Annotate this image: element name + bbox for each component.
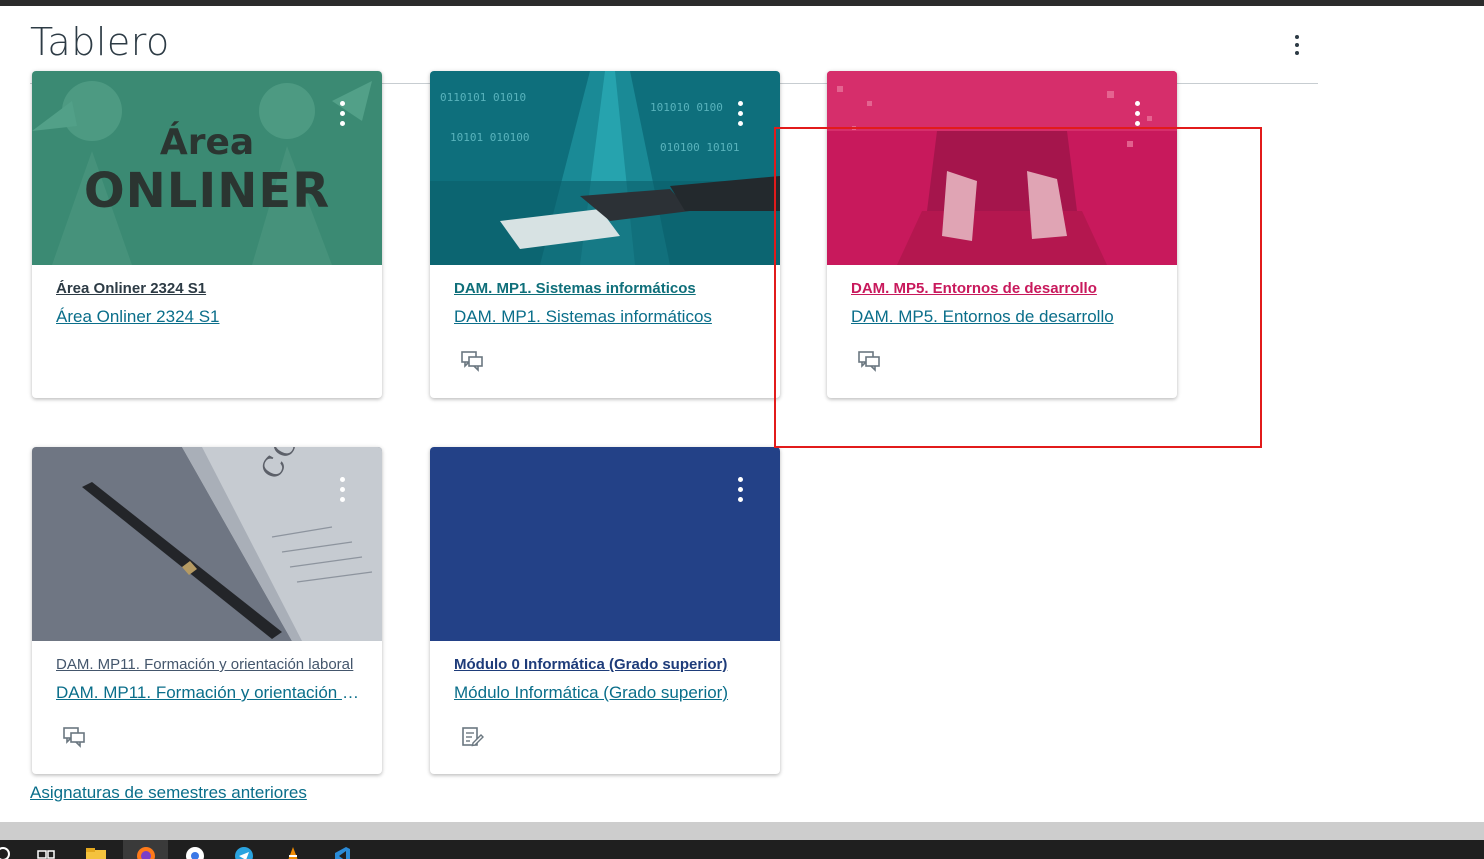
course-card-dam-mp1[interactable]: 0110101 01010 101010 0100 10101 010100 0… — [430, 71, 780, 398]
course-code-link[interactable]: DAM. MP1. Sistemas informáticos — [454, 280, 759, 297]
assignment-icon[interactable] — [460, 725, 484, 749]
vlc-icon[interactable] — [282, 843, 304, 859]
course-name-link[interactable]: DAM. MP11. Formación y orientación labor… — [56, 683, 361, 703]
kebab-menu-icon — [1125, 93, 1149, 133]
file-explorer-icon[interactable] — [85, 843, 107, 859]
kebab-menu-icon — [330, 469, 354, 509]
vscode-icon[interactable] — [331, 843, 353, 859]
course-card-hero[interactable] — [430, 447, 780, 641]
course-code-link[interactable]: Área Onliner 2324 S1 — [56, 280, 361, 297]
browser-bottom-bar — [0, 822, 1484, 840]
card-options-button[interactable] — [330, 469, 354, 509]
search-icon[interactable] — [0, 843, 16, 859]
discussion-icon[interactable] — [62, 725, 86, 749]
course-card-dam-mp5[interactable]: DAM. MP5. Entornos de desarrollo DAM. MP… — [827, 71, 1177, 398]
course-card-dam-mp11[interactable]: CONTR DAM. MP11. Formación y orientación… — [32, 447, 382, 774]
os-taskbar — [0, 840, 1484, 859]
kebab-menu-icon — [728, 93, 752, 133]
course-card-modulo-informatica[interactable]: Módulo 0 Informática (Grado superior) Mó… — [430, 447, 780, 774]
course-card-hero[interactable]: Área ONLINER — [32, 71, 382, 265]
course-code-link[interactable]: DAM. MP11. Formación y orientación labor… — [56, 656, 361, 673]
course-name-link[interactable]: DAM. MP5. Entornos de desarrollo — [851, 307, 1156, 327]
window-top-strip — [0, 0, 1484, 6]
course-card-hero[interactable]: 0110101 01010 101010 0100 10101 010100 0… — [430, 71, 780, 265]
discussion-icon[interactable] — [460, 349, 484, 373]
task-view-icon[interactable] — [36, 843, 58, 859]
svg-text:10101 010100: 10101 010100 — [450, 131, 529, 144]
kebab-menu-icon — [330, 93, 354, 133]
card-options-button[interactable] — [728, 469, 752, 509]
course-card-hero[interactable]: CONTR — [32, 447, 382, 641]
course-code-link[interactable]: DAM. MP5. Entornos de desarrollo — [851, 280, 1156, 297]
kebab-menu-icon — [728, 469, 752, 509]
card-options-button[interactable] — [330, 93, 354, 133]
discussion-icon[interactable] — [857, 349, 881, 373]
course-name-link[interactable]: Módulo Informática (Grado superior) — [454, 683, 759, 703]
course-name-link[interactable]: Área Onliner 2324 S1 — [56, 307, 361, 327]
hero-logo-text: Área ONLINER — [83, 122, 331, 220]
svg-text:0110101 01010: 0110101 01010 — [440, 91, 526, 104]
svg-text:010100 10101: 010100 10101 — [660, 141, 739, 154]
telegram-icon[interactable] — [233, 843, 255, 859]
previous-semesters-link[interactable]: Asignaturas de semestres anteriores — [30, 783, 307, 803]
card-options-button[interactable] — [1125, 93, 1149, 133]
page-title: Tablero — [30, 20, 170, 64]
dashboard-options-button[interactable] — [1285, 30, 1309, 60]
svg-text:101010 0100: 101010 0100 — [650, 101, 723, 114]
kebab-menu-icon — [1285, 30, 1309, 60]
course-card-area-onliner[interactable]: Área ONLINER Área Onliner 2324 S1 Área O… — [32, 71, 382, 398]
chrome-icon[interactable] — [184, 843, 206, 859]
firefox-icon[interactable] — [135, 843, 157, 859]
course-code-link[interactable]: Módulo 0 Informática (Grado superior) — [454, 656, 759, 673]
card-options-button[interactable] — [728, 93, 752, 133]
course-card-hero[interactable] — [827, 71, 1177, 265]
course-name-link[interactable]: DAM. MP1. Sistemas informáticos — [454, 307, 759, 327]
